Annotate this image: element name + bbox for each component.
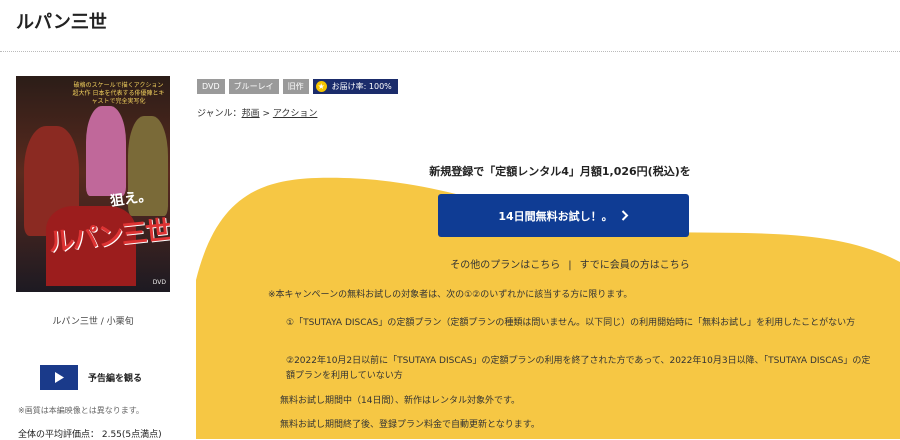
delivery-rate-label: お届け率: 100% [331, 82, 392, 91]
terms-line: 無料お試し期間終了後、登録プラン料金で自動更新となります。 [280, 420, 540, 430]
promo-heading: 新規登録で「定額レンタル4」月額1,026円(税込)を [429, 165, 691, 178]
product-cover-image[interactable]: 破格のスケールで描くアクション超大作 日本を代表する俳優陣とキャストで完全実写化… [16, 76, 170, 292]
terms-line: ①「TSUTAYA DISCAS」の定額プラン（定額プランの種類は問いません。以… [286, 318, 856, 328]
free-trial-button[interactable]: 14日間無料お試し！。 [438, 194, 689, 237]
link-separator: | [568, 260, 572, 271]
genre-link-action[interactable]: アクション [273, 109, 318, 119]
cover-figure-center [86, 106, 126, 196]
cover-banner-text: 破格のスケールで描くアクション超大作 日本を代表する俳優陣とキャストで完全実写化 [72, 82, 165, 105]
other-plans-link[interactable]: その他のプランはこちら [450, 260, 560, 271]
trailer-link[interactable]: 予告編を観る [40, 365, 142, 390]
terms-line: 無料お試し期間中（14日間）、新作はレンタル対象外です。 [280, 396, 521, 406]
member-login-link[interactable]: すでに会員の方はこちら [580, 260, 690, 271]
cover-dvd-mark: DVD [152, 279, 166, 286]
terms-line: ※本キャンペーンの無料お試しの対象者は、次の①②のいずれかに該当する方に限ります… [268, 290, 633, 300]
badge-dvd: DVD [197, 79, 225, 94]
badge-bluray: ブルーレイ [228, 79, 279, 94]
play-icon [55, 372, 64, 383]
star-icon: ★ [315, 81, 327, 92]
genre-breadcrumb: ジャンル：邦画 > アクション [197, 106, 317, 119]
page-title: ルパン三世 [16, 12, 107, 33]
format-badges: DVD ブルーレイ 旧作 ★ お届け率: 100% [197, 79, 398, 94]
badge-delivery-rate: ★ お届け率: 100% [312, 79, 398, 94]
terms-line: ②2022年10月2日以前に「TSUTAYA DISCAS」の定額プランの利用を… [286, 356, 871, 381]
product-caption: ルパン三世 / 小栗旬 [52, 317, 134, 327]
average-rating: 全体の平均評価点： 2.55(5点満点) [18, 430, 162, 440]
free-trial-label: 14日間無料お試し！。 [498, 209, 613, 223]
badge-old-release: 旧作 [282, 79, 309, 94]
image-quality-note: ※画質は本編映像とは異なります。 [18, 406, 144, 415]
plan-links: その他のプランはこちら | すでに会員の方はこちら [400, 256, 740, 271]
genre-link-hoga[interactable]: 邦画 [242, 109, 260, 119]
chevron-right-icon [621, 210, 629, 221]
trailer-label[interactable]: 予告編を観る [88, 371, 142, 384]
play-button[interactable] [40, 365, 78, 390]
genre-separator: > [259, 109, 273, 119]
genre-label: ジャンル： [197, 109, 242, 119]
